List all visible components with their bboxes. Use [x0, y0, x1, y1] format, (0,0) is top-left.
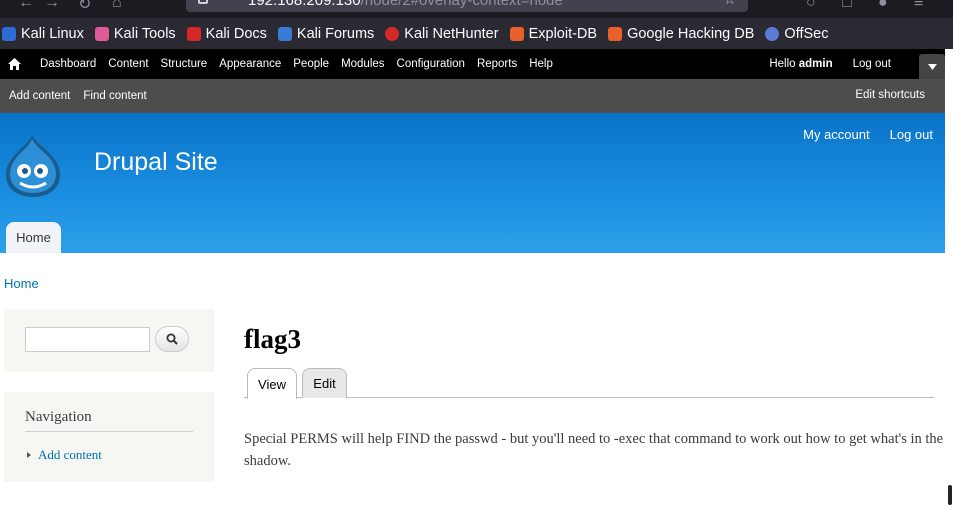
bookmark-kali-tools[interactable]: Kali Tools	[94, 25, 176, 42]
home-icon	[7, 58, 21, 70]
drupal-logo-icon[interactable]	[4, 133, 62, 199]
toolbar-structure[interactable]: Structure	[161, 58, 208, 70]
shortcuts-bar: Add content Find content Edit shortcuts	[0, 79, 945, 113]
toolbar-modules[interactable]: Modules	[341, 58, 384, 70]
search-button[interactable]	[155, 326, 189, 352]
breadcrumb[interactable]: Home	[4, 276, 39, 291]
node-tabs: View Edit	[244, 368, 934, 399]
bookmark-label: Kali Forums	[296, 25, 375, 42]
main-menu-home-tab[interactable]: Home	[6, 222, 61, 253]
shortcut-find-content[interactable]: Find content	[83, 90, 146, 102]
node-body: Special PERMS will help FIND the passwd …	[244, 431, 944, 469]
username[interactable]: admin	[799, 58, 833, 70]
kali-dragon-icon	[2, 26, 16, 41]
site-header: Drupal Site My account Log out Home	[0, 113, 945, 253]
secondary-menu: My account Log out	[783, 127, 933, 142]
bookmark-kali-nethunter[interactable]: Kali NetHunter	[385, 25, 499, 42]
profile-icon[interactable]: ●	[878, 0, 888, 12]
bookmark-label: Kali Linux	[21, 25, 84, 42]
toolbar-appearance[interactable]: Appearance	[219, 58, 281, 70]
bookmark-label: Kali NetHunter	[404, 25, 499, 42]
bookmark-label: Kali Docs	[205, 25, 267, 42]
toolbar-people[interactable]: People	[293, 58, 329, 70]
toolbar-help[interactable]: Help	[529, 58, 553, 70]
shortcuts-toggle[interactable]	[919, 54, 945, 80]
search-input[interactable]	[25, 327, 150, 352]
my-account-link[interactable]: My account	[803, 127, 869, 142]
bookmark-offsec[interactable]: OffSec	[765, 26, 828, 42]
bookmark-kali-forums[interactable]: Kali Forums	[277, 25, 375, 42]
hello-prefix: Hello	[769, 58, 799, 70]
offsec-icon	[765, 26, 780, 41]
search-block	[4, 309, 214, 372]
bookmark-label: Kali Tools	[113, 25, 176, 42]
bookmark-star-icon[interactable]: ☆	[723, 0, 736, 8]
toolbar-content[interactable]: Content	[108, 58, 148, 70]
toolbar-reports[interactable]: Reports	[477, 58, 517, 70]
header-logout-link[interactable]: Log out	[890, 127, 933, 142]
reload-icon[interactable]: ↻	[78, 0, 91, 14]
toolbar-dashboard[interactable]: Dashboard	[40, 58, 96, 70]
account-icon[interactable]: □	[842, 0, 852, 12]
page-scrollbar[interactable]	[945, 49, 953, 505]
bookmark-exploit-db[interactable]: Exploit-DB	[509, 25, 598, 42]
kali-tools-icon	[94, 26, 109, 41]
nethunter-icon	[385, 26, 400, 41]
scrollbar-thumb[interactable]	[948, 485, 952, 505]
tab-view[interactable]: View	[247, 368, 297, 399]
url-path: /node/2#overlay-context=node	[360, 0, 563, 9]
tab-edit[interactable]: Edit	[302, 368, 347, 398]
home-page-icon[interactable]: ⌂	[112, 0, 122, 12]
lock-icon[interactable]	[198, 0, 208, 4]
bookmark-label: Google Hacking DB	[627, 25, 755, 42]
browser-toolbar: ← → ↻ ⌂ 192.168.209.130/node/2#overlay-c…	[0, 0, 953, 18]
extensions-icon[interactable]: ○	[806, 0, 816, 12]
admin-toolbar: Dashboard Content Structure Appearance P…	[0, 49, 945, 80]
url-text: 192.168.209.130/node/2#overlay-context=n…	[248, 0, 563, 9]
address-bar[interactable]: 192.168.209.130/node/2#overlay-context=n…	[186, 0, 748, 12]
bookmark-ghdb[interactable]: Google Hacking DB	[608, 26, 754, 42]
toolbar-home-link[interactable]	[0, 49, 28, 79]
hello-user: Hello admin	[769, 58, 832, 70]
menu-icon[interactable]: ≡	[914, 0, 923, 12]
toolbar-configuration[interactable]: Configuration	[397, 58, 465, 70]
url-host: 192.168.209.130	[248, 0, 361, 9]
site-name[interactable]: Drupal Site	[94, 148, 218, 177]
toolbar-logout[interactable]: Log out	[853, 58, 891, 70]
bookmark-kali-linux[interactable]: Kali Linux	[2, 26, 84, 42]
back-icon[interactable]: ←	[18, 0, 34, 12]
bookmark-label: Exploit-DB	[528, 25, 598, 42]
navigation-title: Navigation	[25, 409, 92, 425]
bookmark-label: OffSec	[784, 25, 829, 42]
bullet-arrow-icon	[27, 452, 31, 458]
nav-item-label[interactable]: Add content	[38, 447, 102, 463]
page-title: flag3	[244, 324, 301, 354]
edit-shortcuts-link[interactable]: Edit shortcuts	[855, 89, 925, 101]
divider	[25, 431, 193, 432]
bookmark-kali-docs[interactable]: Kali Docs	[186, 25, 267, 42]
kali-forums-icon	[277, 26, 292, 41]
forward-icon[interactable]: →	[44, 0, 60, 12]
nav-item-add-content[interactable]: Add content	[27, 447, 102, 463]
search-icon	[166, 333, 178, 345]
shortcut-add-content[interactable]: Add content	[9, 90, 70, 102]
ghdb-icon	[608, 26, 623, 41]
kali-docs-icon	[186, 26, 201, 41]
exploit-db-icon	[509, 26, 524, 41]
navigation-block: Navigation Add content	[4, 392, 214, 482]
chevron-down-icon	[927, 64, 937, 70]
bookmarks-bar: Kali Linux Kali Tools Kali Docs Kali For…	[0, 18, 953, 49]
